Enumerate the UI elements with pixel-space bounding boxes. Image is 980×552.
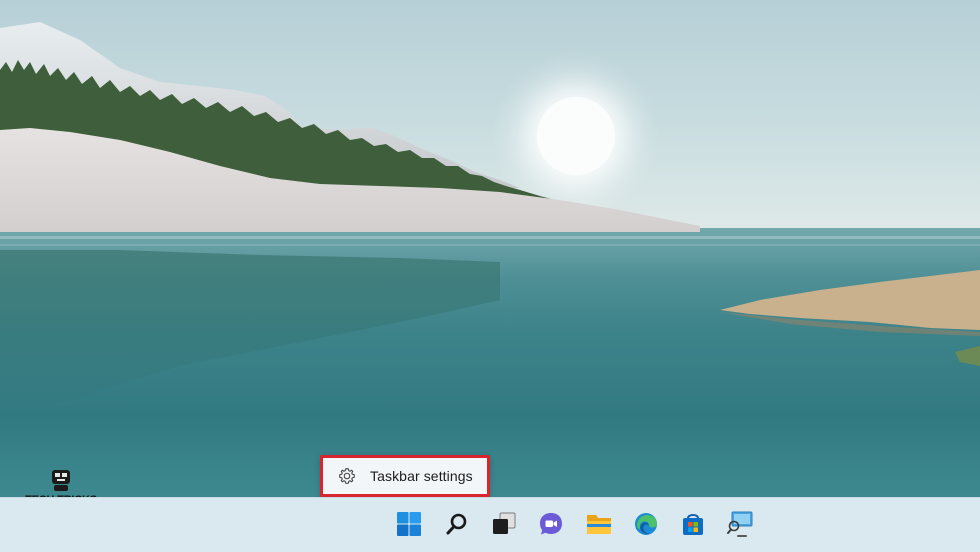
edge-button[interactable] (629, 507, 663, 541)
chat-button[interactable] (534, 507, 568, 541)
task-view-icon (493, 512, 516, 534)
taskbar (0, 497, 980, 552)
desktop-wallpaper (0, 0, 980, 497)
gear-icon (339, 468, 355, 484)
search-icon (446, 513, 467, 535)
file-explorer-button[interactable] (582, 507, 616, 541)
microsoft-store-button[interactable] (676, 507, 710, 541)
task-view-button[interactable] (487, 507, 521, 541)
remote-desktop-icon (727, 511, 753, 537)
microsoft-store-icon (683, 514, 703, 535)
remote-desktop-button[interactable] (723, 507, 757, 541)
logo-mascot-icon (52, 470, 70, 491)
wallpaper-landscape (0, 22, 980, 418)
search-button[interactable] (440, 507, 474, 541)
chat-icon (540, 513, 562, 535)
taskbar-context-menu: Taskbar settings (320, 455, 490, 497)
windows-start-icon (397, 512, 421, 536)
edge-icon (635, 513, 657, 535)
file-explorer-icon (587, 515, 611, 534)
taskbar-settings-menu-item[interactable]: Taskbar settings (323, 458, 487, 494)
taskbar-settings-label: Taskbar settings (370, 468, 473, 484)
start-button[interactable] (392, 507, 426, 541)
